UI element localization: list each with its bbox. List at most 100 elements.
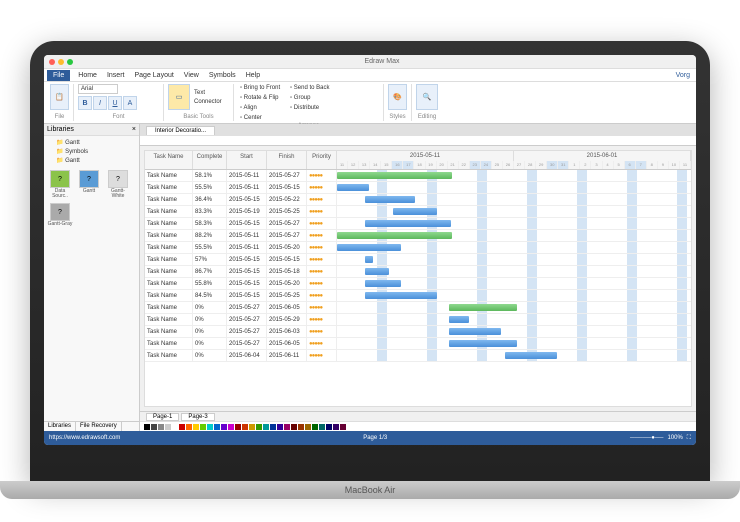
color-swatch[interactable] [277, 424, 283, 430]
gantt-bar[interactable] [365, 220, 451, 227]
timeline-cell[interactable] [337, 170, 691, 181]
sidebar-tab[interactable]: Libraries [44, 422, 76, 431]
timeline-cell[interactable] [337, 350, 691, 361]
gantt-row[interactable]: Task Name57%2015-05-152015-05-15●●●●● [145, 254, 691, 266]
gantt-bar[interactable] [449, 328, 501, 335]
gantt-bar[interactable] [365, 256, 373, 263]
gantt-bar[interactable] [449, 316, 469, 323]
arrange-send-to-back[interactable]: ▫ Send to Back [288, 84, 336, 92]
gantt-row[interactable]: Task Name36.4%2015-05-152015-05-22●●●●● [145, 194, 691, 206]
zoom-slider[interactable]: ─────●── [630, 435, 663, 441]
timeline-cell[interactable] [337, 326, 691, 337]
timeline-cell[interactable] [337, 314, 691, 325]
tree-item[interactable]: 📁 Gantt [46, 138, 137, 147]
color-swatch[interactable] [207, 424, 213, 430]
color-swatch[interactable] [221, 424, 227, 430]
gantt-row[interactable]: Task Name88.2%2015-05-112015-05-27●●●●● [145, 230, 691, 242]
tree-item[interactable]: 📁 Gantt [46, 156, 137, 165]
timeline-cell[interactable] [337, 278, 691, 289]
bold-button[interactable]: B [78, 96, 92, 110]
gantt-row[interactable]: Task Name58.1%2015-05-112015-05-27●●●●● [145, 170, 691, 182]
shape-item[interactable]: ?Data Sourc.. [47, 170, 73, 200]
gantt-bar[interactable] [337, 172, 452, 179]
color-swatch[interactable] [144, 424, 150, 430]
gantt-bar[interactable] [337, 232, 452, 239]
gantt-row[interactable]: Task Name83.3%2015-05-192015-05-25●●●●● [145, 206, 691, 218]
color-swatch[interactable] [291, 424, 297, 430]
menu-help[interactable]: Help [241, 70, 265, 81]
arrange-distribute[interactable]: ▫ Distribute [288, 104, 336, 112]
color-swatch[interactable] [214, 424, 220, 430]
menu-insert[interactable]: Insert [102, 70, 130, 81]
gantt-chart[interactable]: Task NameCompleteStartFinishPriority2015… [144, 150, 692, 407]
timeline-cell[interactable] [337, 266, 691, 277]
gantt-row[interactable]: Task Name0%2015-05-272015-06-05●●●●● [145, 338, 691, 350]
shape-item[interactable]: ?Gantt-White [105, 170, 131, 200]
zoom-level[interactable]: 100% [667, 435, 682, 441]
gantt-row[interactable]: Task Name58.3%2015-05-152015-05-27●●●●● [145, 218, 691, 230]
gantt-bar[interactable] [337, 184, 369, 191]
user-label[interactable]: Vorg [676, 72, 693, 79]
color-swatch[interactable] [256, 424, 262, 430]
text-tool[interactable]: Text [192, 89, 224, 97]
gantt-row[interactable]: Task Name84.5%2015-05-152015-05-25●●●●● [145, 290, 691, 302]
gantt-row[interactable]: Task Name55.5%2015-05-112015-05-20●●●●● [145, 242, 691, 254]
select-button[interactable]: ▭ [168, 84, 190, 110]
gantt-bar[interactable] [365, 292, 437, 299]
menu-symbols[interactable]: Symbols [204, 70, 241, 81]
document-tab[interactable]: Interior Decoratio... [146, 126, 215, 135]
arrange-rotate---flip[interactable]: ▫ Rotate & Flip [238, 94, 286, 102]
color-swatch[interactable] [158, 424, 164, 430]
timeline-cell[interactable] [337, 338, 691, 349]
column-header[interactable]: Priority [307, 151, 337, 169]
gantt-row[interactable]: Task Name0%2015-05-272015-05-29●●●●● [145, 314, 691, 326]
timeline-cell[interactable] [337, 182, 691, 193]
column-header[interactable]: Task Name [145, 151, 193, 169]
color-swatch[interactable] [235, 424, 241, 430]
timeline-cell[interactable] [337, 206, 691, 217]
gantt-bar[interactable] [365, 280, 401, 287]
page-tab[interactable]: Page-1 [146, 413, 179, 421]
color-swatch[interactable] [319, 424, 325, 430]
gantt-row[interactable]: Task Name55.5%2015-05-112015-05-15●●●●● [145, 182, 691, 194]
gantt-bar[interactable] [365, 268, 389, 275]
timeline-cell[interactable] [337, 302, 691, 313]
connector-tool[interactable]: Connector [192, 98, 224, 106]
italic-button[interactable]: I [93, 96, 107, 110]
tree-item[interactable]: 📁 Symbols [46, 147, 137, 156]
timeline-cell[interactable] [337, 254, 691, 265]
gantt-row[interactable]: Task Name55.8%2015-05-152015-05-20●●●●● [145, 278, 691, 290]
menu-page-layout[interactable]: Page Layout [129, 70, 178, 81]
timeline-cell[interactable] [337, 290, 691, 301]
color-swatch[interactable] [263, 424, 269, 430]
color-swatch[interactable] [151, 424, 157, 430]
arrange-center[interactable]: ▫ Center [238, 114, 286, 122]
color-swatch[interactable] [193, 424, 199, 430]
column-header[interactable]: Complete [193, 151, 227, 169]
close-icon[interactable] [49, 59, 55, 65]
arrange-group[interactable]: ▫ Group [288, 94, 336, 102]
shape-item[interactable]: ?Gantt-Gray [47, 203, 73, 233]
gantt-bar[interactable] [449, 304, 517, 311]
menu-home[interactable]: Home [73, 70, 102, 81]
color-swatch[interactable] [228, 424, 234, 430]
color-swatch[interactable] [326, 424, 332, 430]
color-swatch[interactable] [249, 424, 255, 430]
timeline-cell[interactable] [337, 242, 691, 253]
column-header[interactable]: Finish [267, 151, 307, 169]
color-swatch[interactable] [165, 424, 171, 430]
shape-item[interactable]: ?Gantt [76, 170, 102, 200]
arrange-align[interactable]: ▫ Align [238, 104, 286, 112]
sidebar-tab[interactable]: File Recovery [76, 422, 122, 431]
color-swatch[interactable] [186, 424, 192, 430]
underline-button[interactable]: U [108, 96, 122, 110]
gantt-bar[interactable] [505, 352, 557, 359]
editing-button[interactable]: 🔍 [416, 84, 438, 110]
font-color-button[interactable]: A [123, 96, 137, 110]
menu-view[interactable]: View [179, 70, 204, 81]
gantt-bar[interactable] [365, 196, 415, 203]
fullscreen-icon[interactable]: ⛶ [687, 435, 691, 442]
styles-button[interactable]: 🎨 [388, 84, 407, 110]
gantt-row[interactable]: Task Name0%2015-06-042015-06-11●●●●● [145, 350, 691, 362]
timeline-cell[interactable] [337, 218, 691, 229]
